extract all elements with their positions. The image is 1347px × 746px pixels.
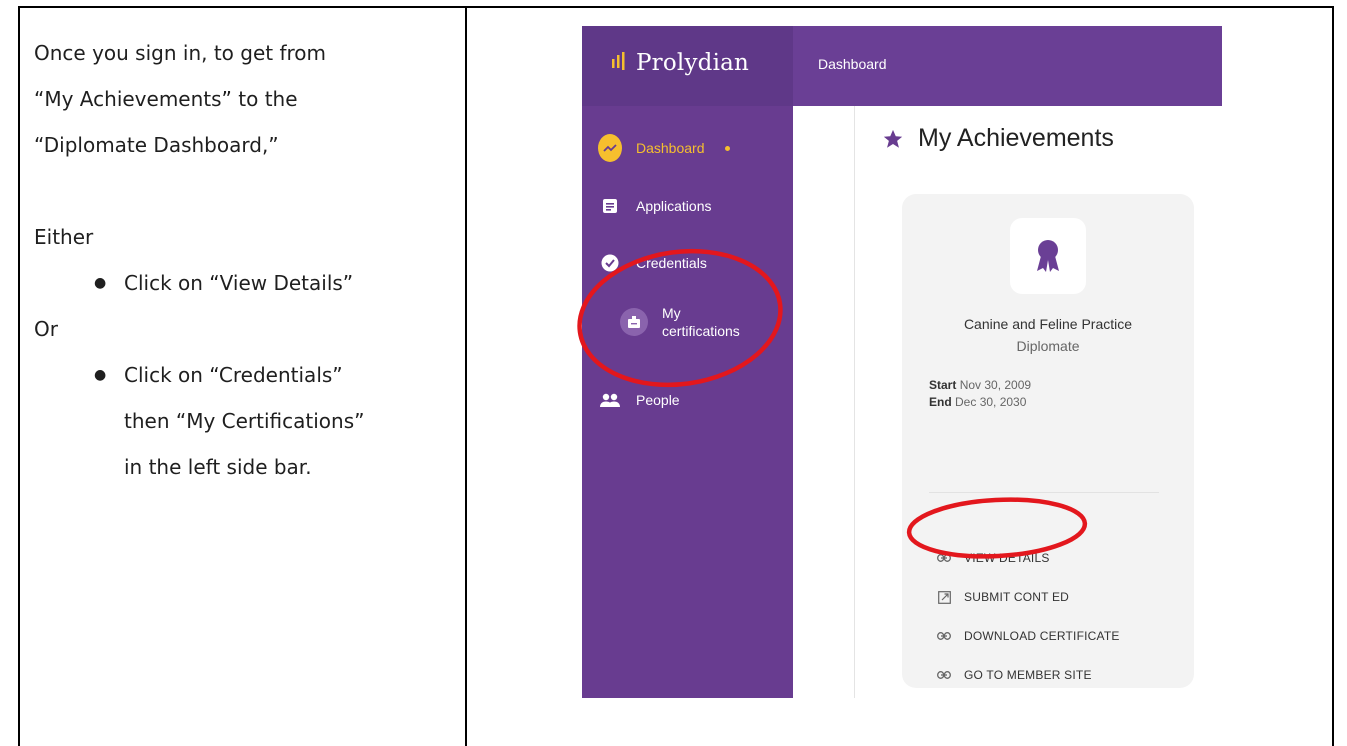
top-bar: Prolydian Dashboard bbox=[582, 26, 1222, 106]
instruction-line-3: “Diplomate Dashboard,” bbox=[34, 133, 279, 157]
certification-dates: Start Nov 30, 2009 End Dec 30, 2030 bbox=[929, 377, 1031, 411]
instruction-bullet-credentials-cont-2: in the left side bar. bbox=[124, 455, 312, 479]
trending-up-icon bbox=[598, 134, 622, 162]
submit-cont-ed-link[interactable]: SUBMIT CONT ED bbox=[936, 589, 1069, 605]
verified-badge-icon bbox=[598, 251, 622, 275]
go-to-member-site-link[interactable]: GO TO MEMBER SITE bbox=[936, 667, 1092, 683]
link-icon bbox=[936, 628, 952, 644]
id-badge-icon bbox=[620, 308, 648, 336]
start-date: Nov 30, 2009 bbox=[959, 378, 1032, 392]
instructions-column: Once you sign in, to get from “My Achiev… bbox=[34, 30, 454, 490]
instruction-either: Either bbox=[34, 225, 94, 249]
end-date: Dec 30, 2030 bbox=[955, 395, 1027, 409]
sidebar-item-label: Dashboard bbox=[636, 140, 705, 156]
logo-area: Prolydian bbox=[582, 26, 793, 106]
achievement-card: Canine and Feline Practice Diplomate Sta… bbox=[902, 194, 1194, 688]
instruction-line-1: Once you sign in, to get from bbox=[34, 41, 327, 65]
instruction-or: Or bbox=[34, 317, 58, 341]
instruction-bullet-credentials: Click on “Credentials” bbox=[34, 352, 454, 398]
instruction-bullet-credentials-cont-1: then “My Certifications” bbox=[124, 409, 365, 433]
star-icon bbox=[883, 129, 903, 148]
go-to-member-site-label: GO TO MEMBER SITE bbox=[964, 668, 1092, 682]
start-label: Start bbox=[929, 378, 957, 392]
sidebar-item-label: People bbox=[636, 392, 680, 408]
link-icon bbox=[936, 667, 952, 683]
open-external-icon bbox=[936, 589, 952, 605]
view-details-label: VIEW DETAILS bbox=[964, 551, 1050, 565]
topbar-title: Dashboard bbox=[818, 56, 887, 72]
certification-level: Diplomate bbox=[1016, 338, 1080, 354]
link-icon bbox=[936, 550, 952, 566]
card-divider bbox=[929, 492, 1159, 493]
content-divider bbox=[854, 106, 855, 698]
sidebar: Dashboard Applications Credentials My ce… bbox=[582, 106, 793, 698]
submit-cont-ed-label: SUBMIT CONT ED bbox=[964, 590, 1070, 604]
sidebar-item-dashboard[interactable]: Dashboard bbox=[598, 134, 730, 162]
app-screenshot: Prolydian Dashboard Dashboard Applicatio… bbox=[582, 26, 1222, 698]
sidebar-item-label-line1: My bbox=[662, 305, 681, 321]
sidebar-item-applications[interactable]: Applications bbox=[598, 194, 712, 218]
people-icon bbox=[598, 388, 622, 412]
sidebar-item-label-line2: certifications bbox=[662, 323, 740, 339]
document-icon bbox=[598, 194, 622, 218]
view-details-link[interactable]: VIEW DETAILS bbox=[936, 550, 1050, 566]
sidebar-item-label: Credentials bbox=[636, 255, 707, 271]
sidebar-item-label: Applications bbox=[636, 198, 712, 214]
download-certificate-label: DOWNLOAD CERTIFICATE bbox=[964, 629, 1120, 643]
prolydian-logo-icon bbox=[612, 52, 625, 70]
brand-name: Prolydian bbox=[636, 50, 750, 76]
sidebar-item-credentials[interactable]: Credentials bbox=[598, 251, 707, 275]
sidebar-item-people[interactable]: People bbox=[598, 388, 680, 412]
brand-logo[interactable]: Prolydian bbox=[610, 50, 749, 76]
download-certificate-link[interactable]: DOWNLOAD CERTIFICATE bbox=[936, 628, 1120, 644]
award-ribbon-icon bbox=[1010, 218, 1086, 294]
certification-title: Canine and Feline Practice bbox=[963, 316, 1133, 332]
end-label: End bbox=[929, 395, 952, 409]
page-title-text: My Achievements bbox=[918, 124, 1114, 152]
instruction-bullet-view-details: Click on “View Details” bbox=[34, 260, 454, 306]
column-divider bbox=[465, 8, 467, 746]
page-title: My Achievements bbox=[882, 124, 1114, 153]
active-indicator-dot bbox=[724, 145, 730, 151]
instruction-line-2: “My Achievements” to the bbox=[34, 87, 298, 111]
sidebar-item-my-certifications[interactable]: My certifications bbox=[620, 304, 740, 340]
